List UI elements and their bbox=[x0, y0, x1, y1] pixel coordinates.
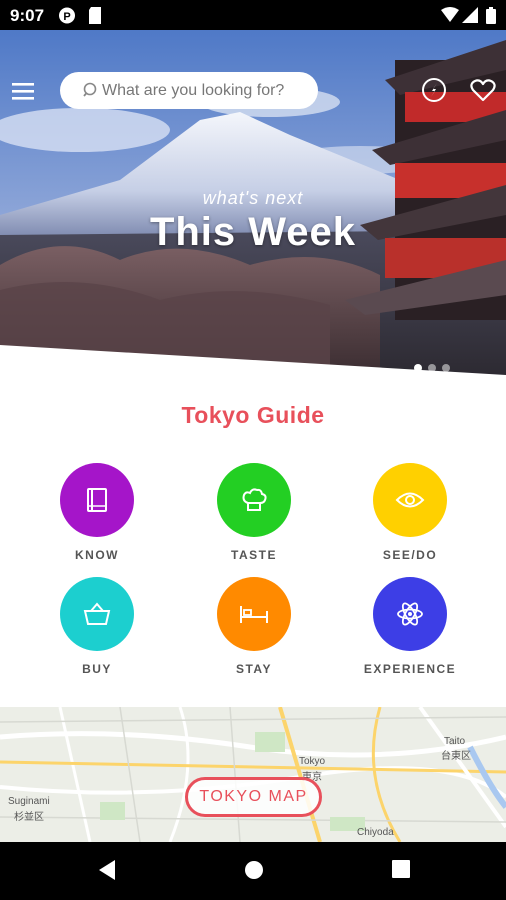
status-bar: 9:07 P bbox=[0, 0, 506, 30]
category-taste[interactable]: TASTE bbox=[194, 463, 314, 562]
hero-banner[interactable]: what's next This Week bbox=[0, 30, 506, 375]
category-see-do-circle bbox=[373, 463, 447, 537]
battery-icon bbox=[486, 7, 496, 24]
back-icon[interactable] bbox=[97, 859, 117, 881]
chef-hat-icon bbox=[242, 488, 267, 511]
map-place-label: 杉並区 bbox=[14, 812, 44, 823]
carousel-indicator bbox=[414, 364, 450, 372]
search-bar[interactable] bbox=[60, 72, 318, 109]
map-place-label: Taito bbox=[444, 736, 466, 747]
system-nav-bar bbox=[0, 842, 506, 900]
carousel-dot[interactable] bbox=[428, 364, 436, 372]
sim-card-icon bbox=[89, 7, 101, 24]
home-icon[interactable] bbox=[243, 859, 265, 881]
tokyo-map-button[interactable]: TOKYO MAP bbox=[185, 777, 322, 817]
carousel-dot[interactable] bbox=[442, 364, 450, 372]
map-image bbox=[0, 707, 506, 842]
recents-icon[interactable] bbox=[391, 859, 411, 879]
category-label: STAY bbox=[235, 662, 272, 676]
basket-icon bbox=[83, 602, 111, 625]
carousel-dot[interactable] bbox=[414, 364, 422, 372]
map-place-label: Chiyoda bbox=[357, 827, 394, 838]
atom-icon bbox=[397, 602, 423, 626]
bed-icon bbox=[240, 606, 268, 623]
category-label: BUY bbox=[82, 662, 112, 676]
compass-icon[interactable] bbox=[421, 77, 447, 103]
category-label: EXPERIENCE bbox=[363, 662, 457, 676]
category-label: SEE/DO bbox=[382, 548, 438, 562]
category-stay[interactable]: STAY bbox=[194, 577, 314, 676]
category-label: KNOW bbox=[75, 548, 119, 562]
category-stay-circle bbox=[217, 577, 291, 651]
eye-icon bbox=[395, 492, 425, 508]
hero-kicker: what's next bbox=[202, 188, 304, 208]
menu-icon[interactable] bbox=[10, 80, 38, 102]
search-input[interactable] bbox=[102, 81, 312, 100]
map-place-label: Suginami bbox=[8, 796, 50, 807]
search-icon bbox=[83, 82, 97, 97]
map-preview[interactable]: Suginami 杉並区 Tokyo 東京 Taito 台東区 Chiyoda bbox=[0, 707, 506, 842]
status-time: 9:07 bbox=[10, 6, 45, 25]
favorites-heart-icon[interactable] bbox=[470, 78, 496, 102]
guide-title: Tokyo Guide bbox=[181, 402, 325, 428]
hero-headline: This Week bbox=[149, 210, 357, 254]
category-label: TASTE bbox=[231, 548, 277, 562]
category-see-do[interactable]: SEE/DO bbox=[350, 463, 470, 562]
svg-text:P: P bbox=[63, 11, 70, 23]
wifi-icon bbox=[441, 7, 459, 22]
category-know[interactable]: KNOW bbox=[37, 463, 157, 562]
category-taste-circle bbox=[217, 463, 291, 537]
category-experience[interactable]: EXPERIENCE bbox=[350, 577, 470, 676]
app-notification-icon: P bbox=[59, 7, 75, 24]
category-buy[interactable]: BUY bbox=[37, 577, 157, 676]
category-know-circle bbox=[60, 463, 134, 537]
category-experience-circle bbox=[373, 577, 447, 651]
category-buy-circle bbox=[60, 577, 134, 651]
map-place-label: Tokyo bbox=[299, 756, 326, 767]
map-place-label: 台東区 bbox=[441, 751, 471, 762]
book-icon bbox=[87, 488, 107, 512]
signal-icon bbox=[462, 7, 478, 23]
